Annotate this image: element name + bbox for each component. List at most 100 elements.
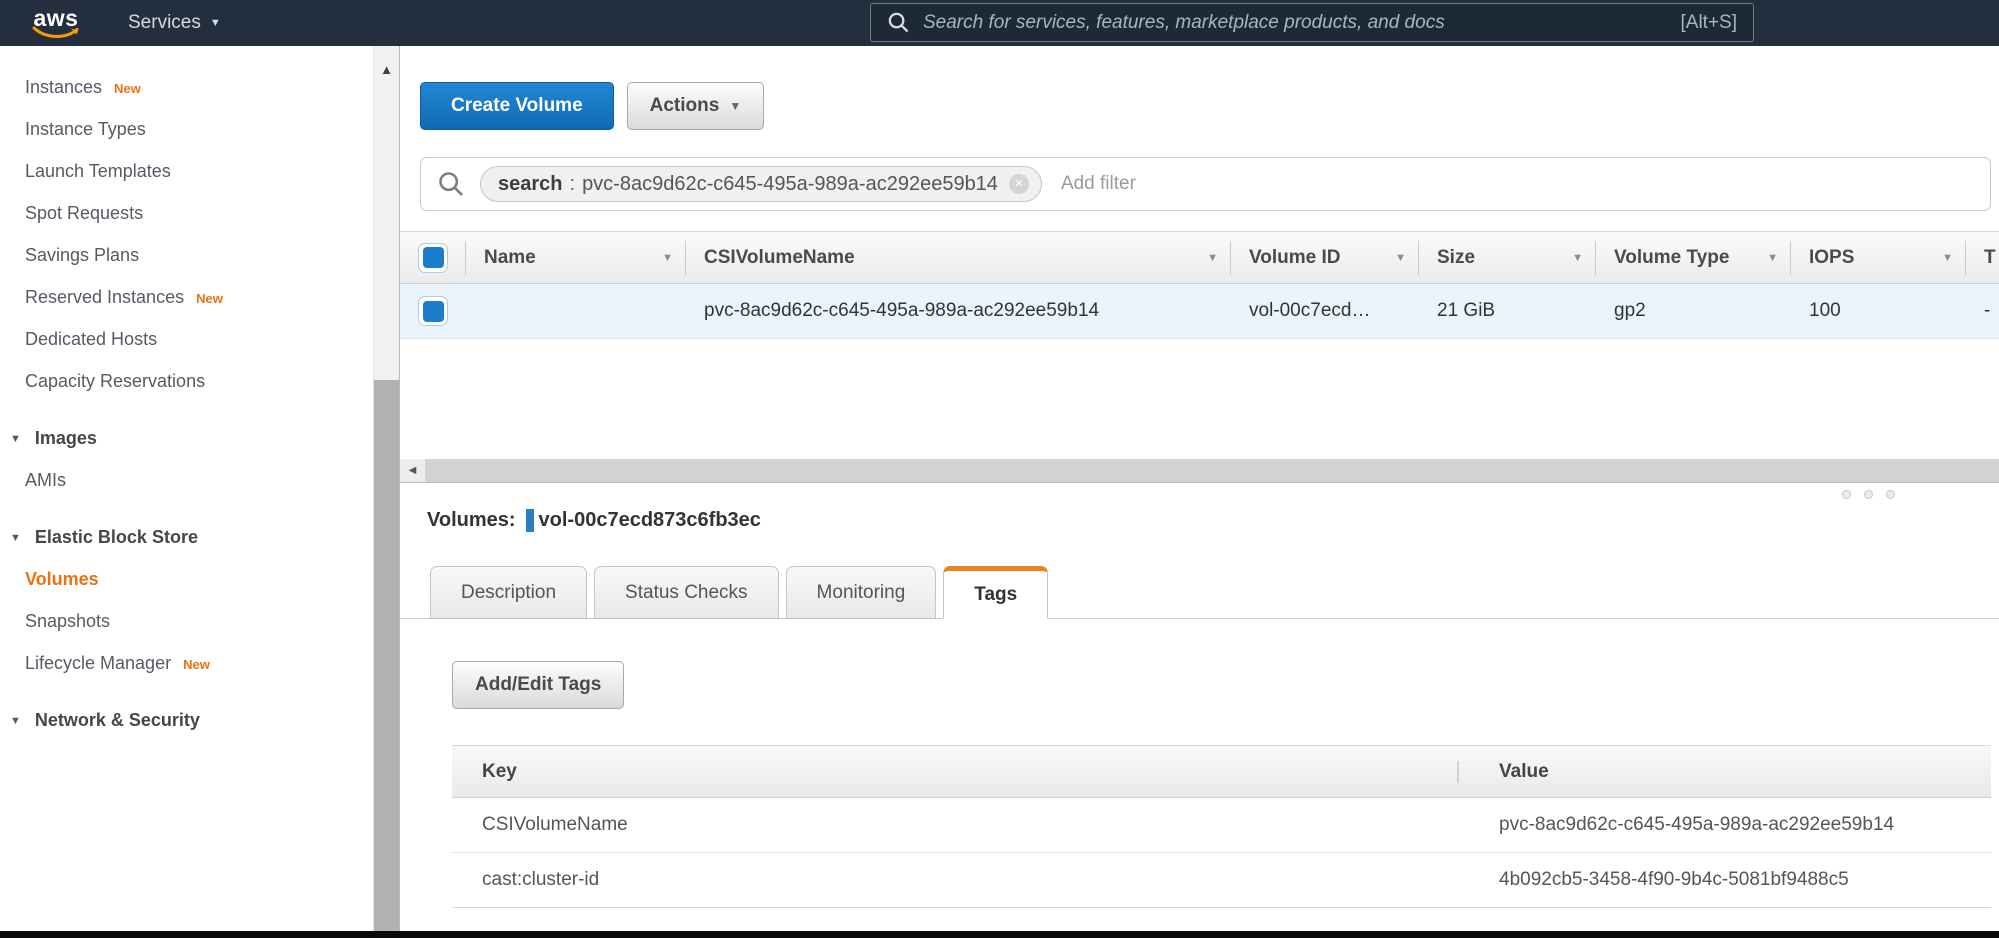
tab-monitoring[interactable]: Monitoring [786, 566, 937, 619]
volumes-title-label: Volumes: [427, 509, 516, 532]
column-header-iops[interactable]: IOPS ▼ [1791, 241, 1966, 275]
select-all-cell [400, 241, 466, 275]
actions-button[interactable]: Actions ▼ [627, 82, 765, 130]
actions-label: Actions [650, 95, 720, 117]
add-edit-tags-button[interactable]: Add/Edit Tags [452, 661, 624, 709]
chevron-down-icon: ▼ [729, 99, 741, 113]
sort-caret-icon: ▼ [1942, 252, 1953, 264]
sort-caret-icon: ▼ [662, 252, 673, 264]
column-header-csivolumename[interactable]: CSIVolumeName▼ [686, 241, 1231, 275]
search-placeholder: Search for services, features, marketpla… [923, 12, 1681, 34]
selected-volume-id: vol-00c7ecd873c6fb3ec [539, 509, 761, 532]
sidebar-item-label: Dedicated Hosts [25, 329, 157, 349]
new-badge: New [196, 291, 223, 306]
add-filter-label[interactable]: Add filter [1061, 173, 1136, 195]
sidebar-item-instance-types[interactable]: Instance Types [0, 108, 373, 150]
sidebar-item-dedicated-hosts[interactable]: Dedicated Hosts [0, 318, 373, 360]
filter-value: pvc-8ac9d62c-c645-495a-989a-ac292ee59b14 [582, 173, 998, 196]
ec2-sidebar: InstancesNew Instance Types Launch Templ… [0, 46, 373, 931]
sidebar-section-elastic-block-store[interactable]: ▼ Elastic Block Store [0, 516, 373, 558]
global-search-input[interactable]: Search for services, features, marketpla… [870, 3, 1754, 42]
volumes-table-header: Name▼ CSIVolumeName▼ Volume ID▼ Size▼ Vo… [400, 231, 1999, 284]
cell-csivolumename: pvc-8ac9d62c-c645-495a-989a-ac292ee59b14 [686, 284, 1231, 338]
triangle-down-icon: ▼ [10, 433, 21, 445]
triangle-down-icon: ▼ [10, 532, 21, 544]
column-label: IOPS [1809, 247, 1854, 269]
sort-caret-icon: ▼ [1572, 252, 1583, 264]
cell-name [466, 284, 686, 338]
row-checkbox[interactable] [418, 296, 448, 326]
filter-key: search [498, 173, 563, 196]
services-menu[interactable]: Services ▼ [128, 12, 221, 34]
tags-column-value: Value [1457, 761, 1991, 783]
panel-divider [400, 483, 1999, 507]
tab-status-checks[interactable]: Status Checks [594, 566, 779, 619]
row-select-cell [400, 284, 466, 338]
column-header-volume-type[interactable]: Volume Type▼ [1596, 241, 1791, 275]
horizontal-scrollbar[interactable]: ◀ [400, 459, 1999, 483]
blue-cursor-bar [526, 509, 534, 532]
sidebar-item-savings-plans[interactable]: Savings Plans [0, 234, 373, 276]
sidebar-section-label: Network & Security [35, 710, 200, 730]
panel-resize-handle[interactable] [1842, 490, 1895, 499]
sidebar-item-label: Volumes [25, 569, 99, 589]
column-header-truncated[interactable]: T [1966, 241, 1999, 275]
cell-size: 21 GiB [1419, 284, 1596, 338]
sidebar-item-lifecycle-manager[interactable]: Lifecycle ManagerNew [0, 642, 373, 684]
sidebar-scrollbar-thumb[interactable] [374, 380, 399, 931]
sidebar-section-images[interactable]: ▼ Images [0, 417, 373, 459]
sidebar-item-capacity-reservations[interactable]: Capacity Reservations [0, 360, 373, 402]
tag-key: CSIVolumeName [452, 814, 1457, 836]
search-shortcut-hint: [Alt+S] [1681, 12, 1738, 34]
sidebar-item-spot-requests[interactable]: Spot Requests [0, 192, 373, 234]
volume-table-row[interactable]: pvc-8ac9d62c-c645-495a-989a-ac292ee59b14… [400, 284, 1999, 339]
sidebar-item-label: Lifecycle Manager [25, 653, 171, 673]
remove-filter-icon[interactable]: ✕ [1009, 174, 1029, 194]
sidebar-item-label: Spot Requests [25, 203, 143, 223]
sort-caret-icon: ▼ [1395, 252, 1406, 264]
create-volume-button[interactable]: Create Volume [420, 82, 614, 130]
triangle-down-icon: ▼ [10, 715, 21, 727]
tab-description[interactable]: Description [430, 566, 587, 619]
table-empty-space [400, 339, 1999, 459]
sidebar-item-snapshots[interactable]: Snapshots [0, 600, 373, 642]
sidebar-item-instances[interactable]: InstancesNew [0, 66, 373, 108]
sidebar-scrollbar[interactable]: ▲ [373, 46, 399, 931]
sidebar-item-volumes[interactable]: Volumes [0, 558, 373, 600]
tag-row: cast:cluster-id 4b092cb5-3458-4f90-9b4c-… [452, 853, 1991, 908]
screenshot-bottom-edge [0, 931, 1999, 938]
column-header-volume-id[interactable]: Volume ID▼ [1231, 241, 1419, 275]
column-header-name[interactable]: Name ▼ [466, 241, 686, 275]
aws-smile-icon [32, 26, 80, 39]
sidebar-item-launch-templates[interactable]: Launch Templates [0, 150, 373, 192]
tags-table-header: Key Value [452, 745, 1991, 798]
tags-table: Key Value CSIVolumeName pvc-8ac9d62c-c64… [452, 745, 1991, 908]
filter-tag[interactable]: search : pvc-8ac9d62c-c645-495a-989a-ac2… [480, 166, 1042, 202]
sidebar-item-label: Snapshots [25, 611, 110, 631]
column-label: Size [1437, 247, 1475, 269]
search-icon [887, 11, 910, 34]
tag-value: pvc-8ac9d62c-c645-495a-989a-ac292ee59b14 [1457, 814, 1991, 836]
sidebar-section-label: Images [35, 428, 97, 448]
sidebar-item-label: Reserved Instances [25, 287, 184, 307]
detail-panel-title: Volumes: vol-00c7ecd873c6fb3ec [427, 509, 1999, 532]
column-label: CSIVolumeName [704, 247, 855, 269]
tags-column-key: Key [452, 761, 1457, 783]
filter-bar[interactable]: search : pvc-8ac9d62c-c645-495a-989a-ac2… [420, 157, 1991, 211]
select-all-checkbox[interactable] [418, 243, 448, 273]
scroll-left-arrow-icon[interactable]: ◀ [400, 459, 425, 482]
column-label: Name [484, 247, 536, 269]
tag-key: cast:cluster-id [452, 869, 1457, 891]
sidebar-item-reserved-instances[interactable]: Reserved Instances New [0, 276, 373, 318]
aws-logo[interactable]: aws [30, 7, 82, 39]
sort-caret-icon: ▼ [1767, 252, 1778, 264]
column-header-size[interactable]: Size ▼ [1419, 241, 1596, 275]
column-label: T [1984, 247, 1996, 269]
tab-tags[interactable]: Tags [943, 566, 1048, 619]
sidebar-section-label: Elastic Block Store [35, 527, 198, 547]
scroll-up-arrow-icon[interactable]: ▲ [374, 62, 399, 77]
sidebar-section-network-security[interactable]: ▼ Network & Security [0, 699, 373, 741]
sidebar-item-amis[interactable]: AMIs [0, 459, 373, 501]
cell-volume-id: vol-00c7ecd… [1231, 284, 1419, 338]
horizontal-scrollbar-thumb[interactable] [425, 459, 1999, 482]
